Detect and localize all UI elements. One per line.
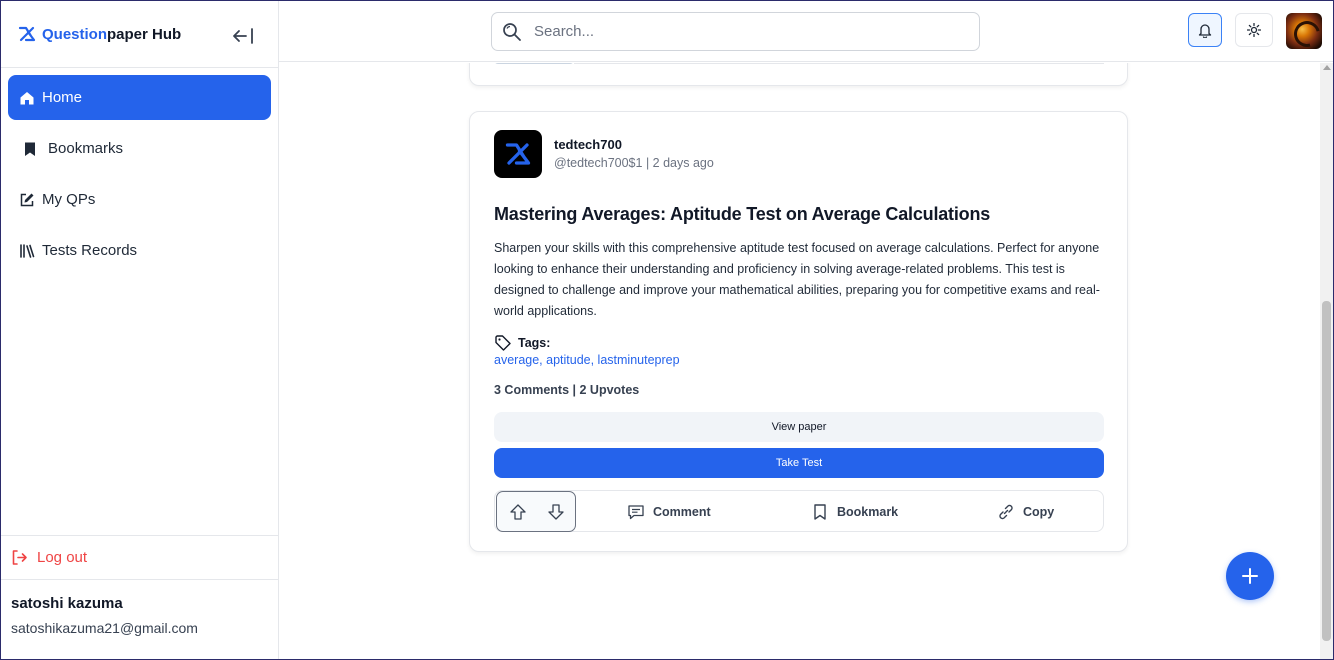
sidebar-item-label: Home [42, 89, 83, 106]
stats-separator: | [572, 383, 577, 397]
tag-icon [495, 335, 511, 351]
sidebar-item-label: My QPs [42, 191, 96, 208]
sidebar-nav: Home Bookmarks My QPs Tests Records [1, 68, 278, 273]
sidebar-item-label: Bookmarks [48, 140, 124, 157]
home-icon [20, 91, 34, 104]
comment-count: 3 Comments [494, 383, 570, 397]
vote-group [496, 491, 576, 532]
create-post-button[interactable] [1226, 552, 1274, 600]
sidebar-item-tests-records[interactable]: Tests Records [8, 228, 271, 273]
library-icon [20, 243, 35, 258]
copy-label: Copy [1023, 505, 1055, 519]
search-input[interactable] [534, 23, 954, 40]
top-header [279, 1, 1333, 62]
post-meta: @tedtech700$1 | 2 days ago [554, 156, 714, 170]
view-paper-button[interactable]: View paper [494, 412, 1104, 442]
bell-icon [1198, 24, 1212, 38]
bookmark-outline-icon [814, 504, 826, 520]
comment-icon [628, 505, 644, 520]
plus-icon [1242, 568, 1258, 584]
link-icon [999, 504, 1013, 520]
theme-toggle-button[interactable] [1235, 13, 1273, 47]
take-test-button[interactable]: Take Test [494, 448, 1104, 478]
author-avatar[interactable] [494, 130, 542, 178]
bookmark-icon [25, 142, 35, 156]
scroll-up-arrow-icon[interactable] [1323, 65, 1331, 70]
scroll-thumb[interactable] [1322, 301, 1331, 641]
upvote-arrow-icon[interactable] [509, 503, 527, 521]
sidebar: Questionpaper Hub Home Bookmarks My QPs … [1, 1, 279, 659]
user-email: satoshikazuma21@gmail.com [11, 620, 198, 636]
main-scrollbar[interactable] [1320, 63, 1333, 659]
comment-button[interactable]: Comment [627, 503, 711, 521]
collapse-sidebar-icon[interactable] [232, 28, 254, 44]
previous-vote-group[interactable] [494, 63, 574, 64]
bookmark-label: Bookmark [837, 505, 899, 519]
copy-link-button[interactable]: Copy [997, 503, 1054, 521]
feed: tedtech700 @tedtech700$1 | 2 days ago Ma… [279, 63, 1320, 659]
logout-label: Log out [37, 549, 88, 566]
comment-label: Comment [653, 505, 711, 519]
user-name: satoshi kazuma [11, 595, 123, 612]
divider [574, 63, 1104, 64]
brand-name[interactable]: Questionpaper Hub [42, 26, 181, 43]
tags-heading: Tags: [494, 334, 550, 352]
post-actions: Comment Bookmark Copy [494, 490, 1104, 532]
notifications-button[interactable] [1188, 13, 1222, 47]
post-time: 2 days ago [652, 156, 714, 170]
sidebar-item-home[interactable]: Home [8, 75, 271, 120]
search-icon [503, 22, 521, 41]
logout-button[interactable]: Log out [1, 535, 278, 580]
sidebar-item-bookmarks[interactable]: Bookmarks [8, 126, 271, 171]
logout-icon [12, 550, 27, 565]
brand-header: Questionpaper Hub [1, 1, 278, 68]
tags-label: Tags: [518, 336, 551, 350]
edit-icon [20, 193, 34, 206]
sidebar-item-label: Tests Records [42, 242, 138, 259]
user-info: satoshi kazuma satoshikazuma21@gmail.com [11, 595, 198, 636]
post-description: Sharpen your skills with this comprehens… [494, 241, 1100, 318]
previous-post-card [469, 63, 1128, 86]
sun-icon [1247, 23, 1261, 37]
bookmark-button[interactable]: Bookmark [811, 503, 898, 521]
brand-logo-icon [18, 26, 36, 42]
author-logo-icon [505, 143, 531, 165]
author-name[interactable]: tedtech700 [554, 137, 622, 152]
post-title[interactable]: Mastering Averages: Aptitude Test on Ave… [494, 204, 990, 225]
post-stats: 3 Comments | 2 Upvotes [494, 383, 639, 397]
sidebar-item-my-qps[interactable]: My QPs [8, 177, 271, 222]
user-avatar[interactable] [1286, 13, 1322, 49]
tag-list[interactable]: average, aptitude, lastminuteprep [494, 353, 680, 367]
downvote-arrow-icon[interactable] [547, 503, 565, 521]
author-handle: @tedtech700$1 [554, 156, 643, 170]
upvote-count: 2 Upvotes [579, 383, 640, 397]
search-bar[interactable] [491, 12, 980, 51]
post-card: tedtech700 @tedtech700$1 | 2 days ago Ma… [469, 111, 1128, 552]
meta-separator: | [645, 156, 650, 170]
